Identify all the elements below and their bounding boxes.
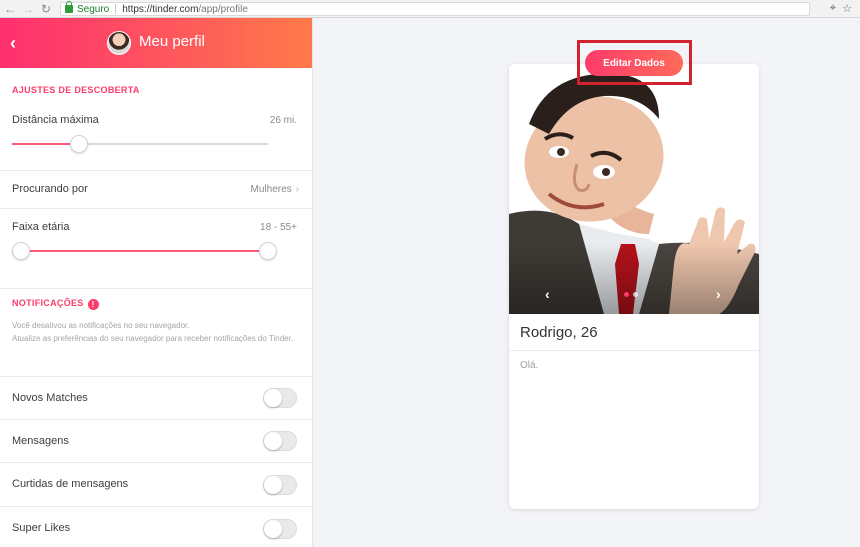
alert-icon: !	[87, 299, 99, 310]
toggle-row-messages: Mensagens	[0, 420, 312, 463]
new-matches-toggle[interactable]	[263, 388, 297, 408]
toggle-knob	[264, 520, 282, 538]
age-max-handle[interactable]	[259, 242, 277, 260]
edit-profile-button[interactable]: Editar Dados	[585, 50, 683, 76]
notice-line-2: Atualize as preferências do seu navegado…	[12, 334, 294, 343]
secure-label: Seguro	[77, 3, 110, 15]
url-host: https://tinder.com	[122, 3, 199, 15]
address-bar[interactable]: Seguro https://tinder.com/app/profile	[60, 1, 810, 16]
age-range-label: Faixa etária	[12, 221, 70, 233]
message-likes-toggle[interactable]	[263, 475, 297, 495]
divider	[509, 350, 759, 351]
looking-for-text: Mulheres	[250, 184, 292, 195]
browser-toolbar: ← → ↻ Seguro https://tinder.com/app/prof…	[0, 0, 860, 18]
looking-for-row[interactable]: Procurando por Mulheres ›	[0, 171, 312, 209]
profile-photo[interactable]: ‹ ›	[509, 64, 759, 314]
notifications-section: NOTIFICAÇÕES! Você desativou as notifica…	[0, 289, 312, 377]
messages-toggle[interactable]	[263, 431, 297, 451]
url-path: /app/profile	[198, 3, 248, 15]
notice-line-1: Você desativou as notificações no seu na…	[12, 321, 190, 330]
reload-icon[interactable]: ↻	[38, 1, 54, 17]
profile-name-age: Rodrigo, 26	[520, 324, 598, 341]
max-distance-value: 26 mi.	[269, 115, 297, 126]
toggle-row-super-likes: Super Likes	[0, 507, 312, 547]
age-slider-fill	[12, 250, 268, 252]
chevron-right-icon[interactable]: ›	[716, 286, 721, 302]
toggle-knob	[264, 476, 282, 494]
bookmark-star-icon[interactable]: ☆	[842, 2, 852, 15]
forward-arrow-icon[interactable]: →	[20, 1, 36, 17]
looking-for-label: Procurando por	[12, 183, 88, 195]
lock-icon	[65, 1, 73, 13]
notifications-section-title: NOTIFICAÇÕES!	[12, 298, 99, 310]
toggle-knob	[264, 432, 282, 450]
toggle-label: Curtidas de mensagens	[12, 478, 129, 490]
age-range-row: Faixa etária 18 - 55+	[0, 209, 312, 289]
age-range-value: 18 - 55+	[260, 222, 297, 233]
toggle-row-message-likes: Curtidas de mensagens	[0, 463, 312, 507]
photo-dot-active[interactable]	[624, 292, 629, 297]
settings-sidebar: ‹ Meu perfil AJUSTES DE DESCOBERTA Distâ…	[0, 18, 313, 547]
toggle-label: Novos Matches	[12, 392, 88, 404]
avatar[interactable]	[107, 31, 131, 55]
photo-pagination	[624, 292, 638, 297]
sidebar-header: ‹ Meu perfil	[0, 18, 312, 68]
url-text: https://tinder.com/app/profile	[122, 4, 248, 15]
location-icon[interactable]: ⌖	[830, 2, 836, 15]
distance-slider-fill	[12, 143, 79, 145]
photo-gradient	[509, 244, 759, 314]
chevron-left-icon[interactable]: ‹	[545, 286, 550, 302]
photo-dot[interactable]	[633, 292, 638, 297]
page-title: Meu perfil	[139, 33, 205, 50]
super-likes-toggle[interactable]	[263, 519, 297, 539]
notifications-title-text: NOTIFICAÇÕES	[12, 298, 84, 308]
distance-slider-handle[interactable]	[69, 135, 88, 153]
looking-for-value: Mulheres ›	[251, 184, 299, 195]
discovery-section-title: AJUSTES DE DESCOBERTA	[12, 85, 140, 95]
chevron-right-icon: ›	[295, 184, 299, 195]
toggle-label: Super Likes	[12, 522, 71, 534]
max-distance-label: Distância máxima	[12, 114, 99, 126]
back-arrow-icon[interactable]: ←	[2, 1, 18, 17]
chevron-left-icon[interactable]: ‹	[10, 33, 30, 53]
discovery-section: AJUSTES DE DESCOBERTA Distância máxima 2…	[0, 68, 312, 171]
divider	[115, 4, 117, 14]
profile-card: ‹ › Rodrigo, 26 Olá.	[509, 64, 759, 509]
toggle-label: Mensagens	[12, 435, 69, 447]
toggle-row-new-matches: Novos Matches	[0, 377, 312, 420]
age-min-handle[interactable]	[12, 242, 30, 260]
notifications-notice: Você desativou as notificações no seu na…	[12, 319, 302, 345]
profile-bio: Olá.	[520, 360, 539, 371]
toggle-knob	[264, 389, 282, 407]
